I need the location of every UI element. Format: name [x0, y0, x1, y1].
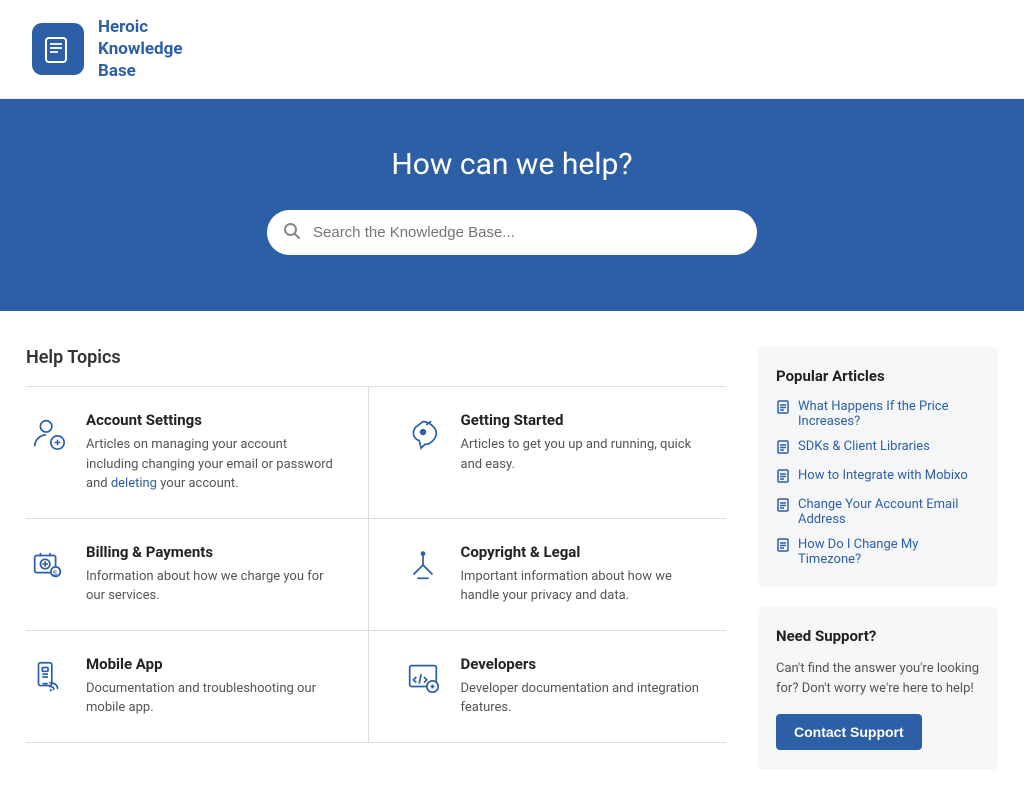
search-bar-container — [267, 210, 757, 255]
copyright-desc: Important information about how we handl… — [461, 567, 711, 606]
topics-grid: Account Settings Articles on managing yo… — [26, 386, 726, 743]
account-settings-desc: Articles on managing your account includ… — [86, 435, 336, 494]
doc-icon — [776, 538, 790, 556]
getting-started-icon — [401, 411, 445, 455]
article-title: How Do I Change My Timezone? — [798, 537, 980, 567]
account-settings-info: Account Settings Articles on managing yo… — [86, 411, 336, 494]
article-title: How to Integrate with Mobixo — [798, 468, 968, 483]
article-item[interactable]: What Happens If the Price Increases? — [776, 399, 980, 429]
contact-support-button[interactable]: Contact Support — [776, 714, 922, 750]
getting-started-name: Getting Started — [461, 411, 711, 429]
article-item[interactable]: How Do I Change My Timezone? — [776, 537, 980, 567]
billing-icon: $ — [26, 543, 70, 587]
doc-icon — [776, 469, 790, 487]
billing-info: Billing & Payments Information about how… — [86, 543, 336, 606]
search-input[interactable] — [267, 210, 757, 255]
help-topics-section: Help Topics Account Sett — [26, 347, 726, 743]
developers-name: Developers — [461, 655, 711, 673]
doc-icon — [776, 440, 790, 458]
topic-account-settings[interactable]: Account Settings Articles on managing yo… — [26, 387, 369, 518]
topic-mobile[interactable]: Mobile App Documentation and troubleshoo… — [26, 631, 369, 742]
billing-desc: Information about how we charge you for … — [86, 567, 336, 606]
topic-copyright[interactable]: Copyright & Legal Important information … — [401, 519, 727, 630]
getting-started-info: Getting Started Articles to get you up a… — [461, 411, 711, 474]
logo-icon[interactable] — [32, 23, 84, 75]
doc-icon — [776, 498, 790, 516]
developers-icon — [401, 655, 445, 699]
billing-name: Billing & Payments — [86, 543, 336, 561]
mobile-icon — [26, 655, 70, 699]
hero-title: How can we help? — [32, 147, 992, 182]
logo-text: Heroic Knowledge Base — [98, 16, 183, 82]
topic-row-2: $ Billing & Payments Information about h… — [26, 519, 726, 631]
copyright-info: Copyright & Legal Important information … — [461, 543, 711, 606]
header: Heroic Knowledge Base — [0, 0, 1024, 99]
copyright-icon — [401, 543, 445, 587]
account-settings-icon — [26, 411, 70, 455]
topic-row-1: Account Settings Articles on managing yo… — [26, 387, 726, 519]
article-item[interactable]: SDKs & Client Libraries — [776, 439, 980, 458]
article-list: What Happens If the Price Increases? SDK… — [776, 399, 980, 567]
hero-section: How can we help? — [0, 99, 1024, 311]
mobile-desc: Documentation and troubleshooting our mo… — [86, 679, 336, 718]
popular-articles-title: Popular Articles — [776, 367, 980, 385]
article-title: Change Your Account Email Address — [798, 497, 980, 527]
need-support-card: Need Support? Can't find the answer you'… — [758, 607, 998, 770]
topic-getting-started[interactable]: Getting Started Articles to get you up a… — [401, 387, 727, 518]
topic-row-3: Mobile App Documentation and troubleshoo… — [26, 631, 726, 743]
topic-developers[interactable]: Developers Developer documentation and i… — [401, 631, 727, 742]
account-settings-name: Account Settings — [86, 411, 336, 429]
developers-info: Developers Developer documentation and i… — [461, 655, 711, 718]
getting-started-desc: Articles to get you up and running, quic… — [461, 435, 711, 474]
article-item[interactable]: How to Integrate with Mobixo — [776, 468, 980, 487]
article-title: What Happens If the Price Increases? — [798, 399, 980, 429]
popular-articles-card: Popular Articles What Happens If the Pri… — [758, 347, 998, 587]
search-icon — [283, 222, 301, 244]
sidebar: Popular Articles What Happens If the Pri… — [758, 347, 998, 770]
article-item[interactable]: Change Your Account Email Address — [776, 497, 980, 527]
main-content: Help Topics Account Sett — [2, 311, 1022, 806]
mobile-name: Mobile App — [86, 655, 336, 673]
mobile-info: Mobile App Documentation and troubleshoo… — [86, 655, 336, 718]
topic-billing[interactable]: $ Billing & Payments Information about h… — [26, 519, 369, 630]
deleting-link[interactable]: deleting — [111, 476, 157, 491]
support-desc: Can't find the answer you're looking for… — [776, 659, 980, 698]
copyright-name: Copyright & Legal — [461, 543, 711, 561]
need-support-title: Need Support? — [776, 627, 980, 645]
developers-desc: Developer documentation and integration … — [461, 679, 711, 718]
help-topics-title: Help Topics — [26, 347, 726, 368]
article-title: SDKs & Client Libraries — [798, 439, 930, 454]
doc-icon — [776, 400, 790, 418]
